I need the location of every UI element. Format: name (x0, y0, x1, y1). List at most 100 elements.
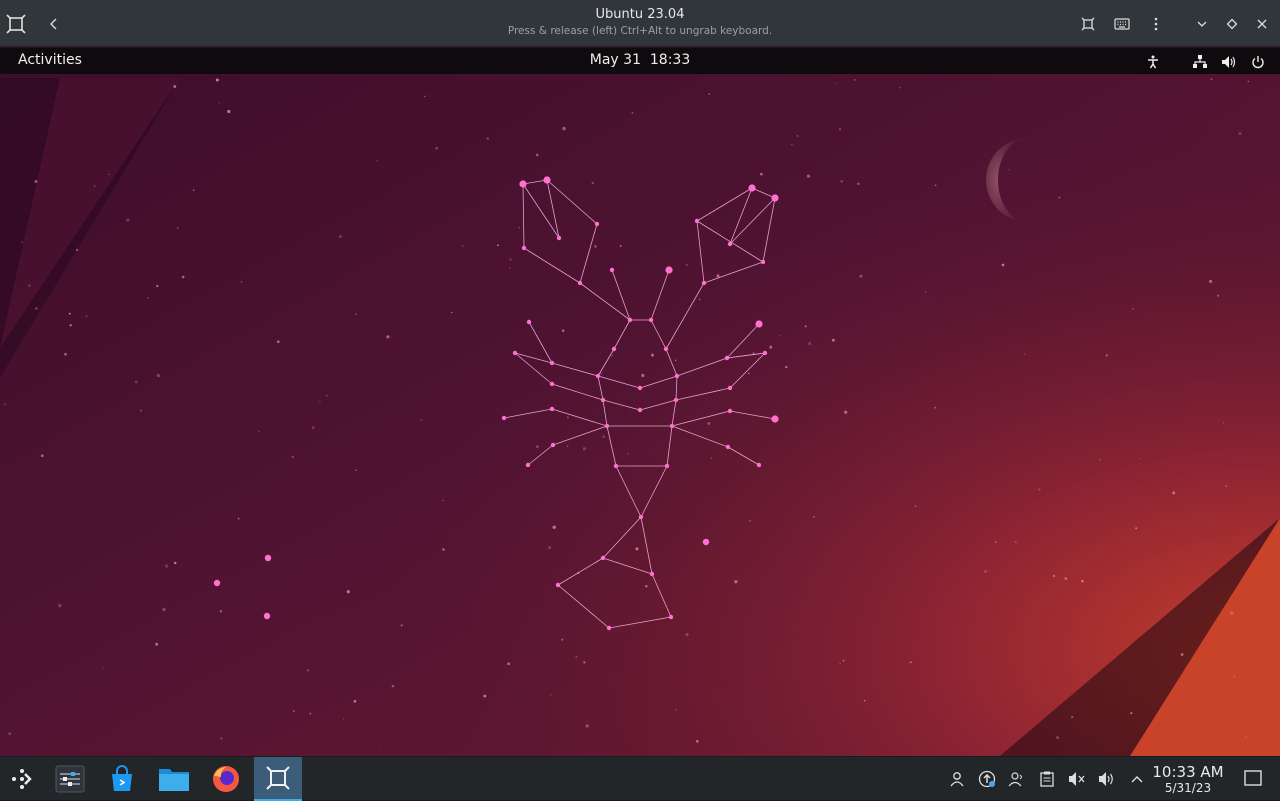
constellation-star (627, 317, 633, 323)
star (1217, 294, 1220, 297)
app-icon[interactable] (2, 10, 30, 38)
star (909, 661, 912, 664)
star (8, 732, 11, 735)
star (549, 694, 552, 696)
guest-clock[interactable]: May 31 18:33 (0, 52, 1280, 68)
star (1180, 653, 1184, 656)
accessibility-icon[interactable] (1144, 53, 1161, 70)
keyboard-icon[interactable] (1108, 10, 1136, 38)
star (215, 78, 219, 82)
minimize-icon[interactable] (1188, 10, 1216, 38)
window-titlebar[interactable]: Ubuntu 23.04 Press & release (left) Ctrl… (0, 0, 1280, 47)
star (192, 189, 195, 192)
star (831, 338, 835, 342)
update-icon[interactable] (974, 757, 1000, 801)
star (1222, 422, 1225, 424)
mute-icon[interactable] (1064, 757, 1090, 801)
star (1099, 458, 1102, 461)
discover-store-icon[interactable] (100, 757, 144, 801)
star (552, 525, 556, 529)
star (4, 403, 7, 406)
star (386, 335, 390, 339)
star (575, 655, 578, 658)
host-taskbar: 10:33 AM 5/31/23 (0, 756, 1280, 801)
app-launcher-icon[interactable] (0, 757, 44, 801)
back-icon[interactable] (40, 10, 68, 38)
close-icon[interactable] (1248, 10, 1276, 38)
star (1230, 611, 1234, 615)
star (420, 419, 423, 421)
show-desktop-icon[interactable] (1244, 770, 1262, 786)
network-icon[interactable] (1191, 53, 1208, 70)
star (924, 291, 927, 294)
menu-icon[interactable] (1142, 10, 1170, 38)
clipboard-icon[interactable] (1034, 757, 1060, 801)
constellation-star (556, 235, 562, 241)
star (748, 519, 751, 522)
guest-screen[interactable]: Activities May 31 18:33 (0, 48, 1280, 756)
star (674, 359, 677, 362)
star (645, 584, 648, 588)
constellation-star (648, 317, 654, 323)
star (791, 143, 793, 146)
volume-icon[interactable] (1094, 757, 1120, 801)
guest-status-area[interactable] (1144, 53, 1266, 70)
host-clock[interactable]: 10:33 AM 5/31/23 (1150, 764, 1226, 796)
star (486, 137, 489, 140)
star (28, 284, 31, 287)
star (898, 87, 901, 89)
desktop-wallpaper (0, 48, 1280, 756)
bright-star (264, 554, 272, 562)
maximize-icon[interactable] (1218, 10, 1246, 38)
fullscreen-icon[interactable] (1074, 10, 1102, 38)
virt-viewer-icon[interactable] (254, 757, 302, 801)
star (218, 102, 220, 104)
star (165, 564, 169, 568)
star (1015, 541, 1017, 543)
star (108, 173, 110, 176)
star (139, 409, 143, 412)
star (64, 352, 67, 356)
star (785, 365, 788, 369)
firefox-icon[interactable] (204, 757, 248, 801)
star (853, 79, 856, 81)
star (708, 93, 711, 96)
volume-icon[interactable] (1220, 53, 1237, 70)
constellation-star (613, 463, 619, 469)
constellation-star (521, 245, 527, 251)
star (507, 662, 511, 666)
star (548, 546, 552, 550)
star (796, 134, 799, 137)
star (1130, 712, 1133, 715)
star (306, 669, 310, 672)
power-icon[interactable] (1249, 53, 1266, 70)
star (808, 342, 812, 346)
constellation-star (674, 373, 680, 379)
tray-expand-icon[interactable] (1124, 757, 1150, 801)
star (591, 181, 594, 185)
constellation-star (600, 555, 606, 561)
constellation-star (637, 407, 643, 413)
file-manager-icon[interactable] (152, 757, 196, 801)
star (1238, 132, 1242, 136)
star (156, 373, 161, 378)
star (748, 372, 750, 375)
star (338, 235, 342, 239)
star (1038, 488, 1041, 491)
constellation-star (594, 221, 600, 227)
constellation-star (755, 320, 763, 328)
star (346, 590, 350, 594)
network-user-icon[interactable] (1004, 757, 1030, 801)
star (134, 380, 138, 384)
user-icon[interactable] (944, 757, 970, 801)
star (1008, 168, 1010, 171)
star (1058, 196, 1061, 199)
star (779, 334, 781, 337)
system-settings-icon[interactable] (48, 757, 92, 801)
constellation-star (665, 266, 673, 274)
constellation-star (748, 184, 756, 192)
star (400, 624, 403, 627)
star (376, 160, 378, 162)
host-clock-date: 5/31/23 (1164, 781, 1212, 795)
star (442, 499, 444, 502)
